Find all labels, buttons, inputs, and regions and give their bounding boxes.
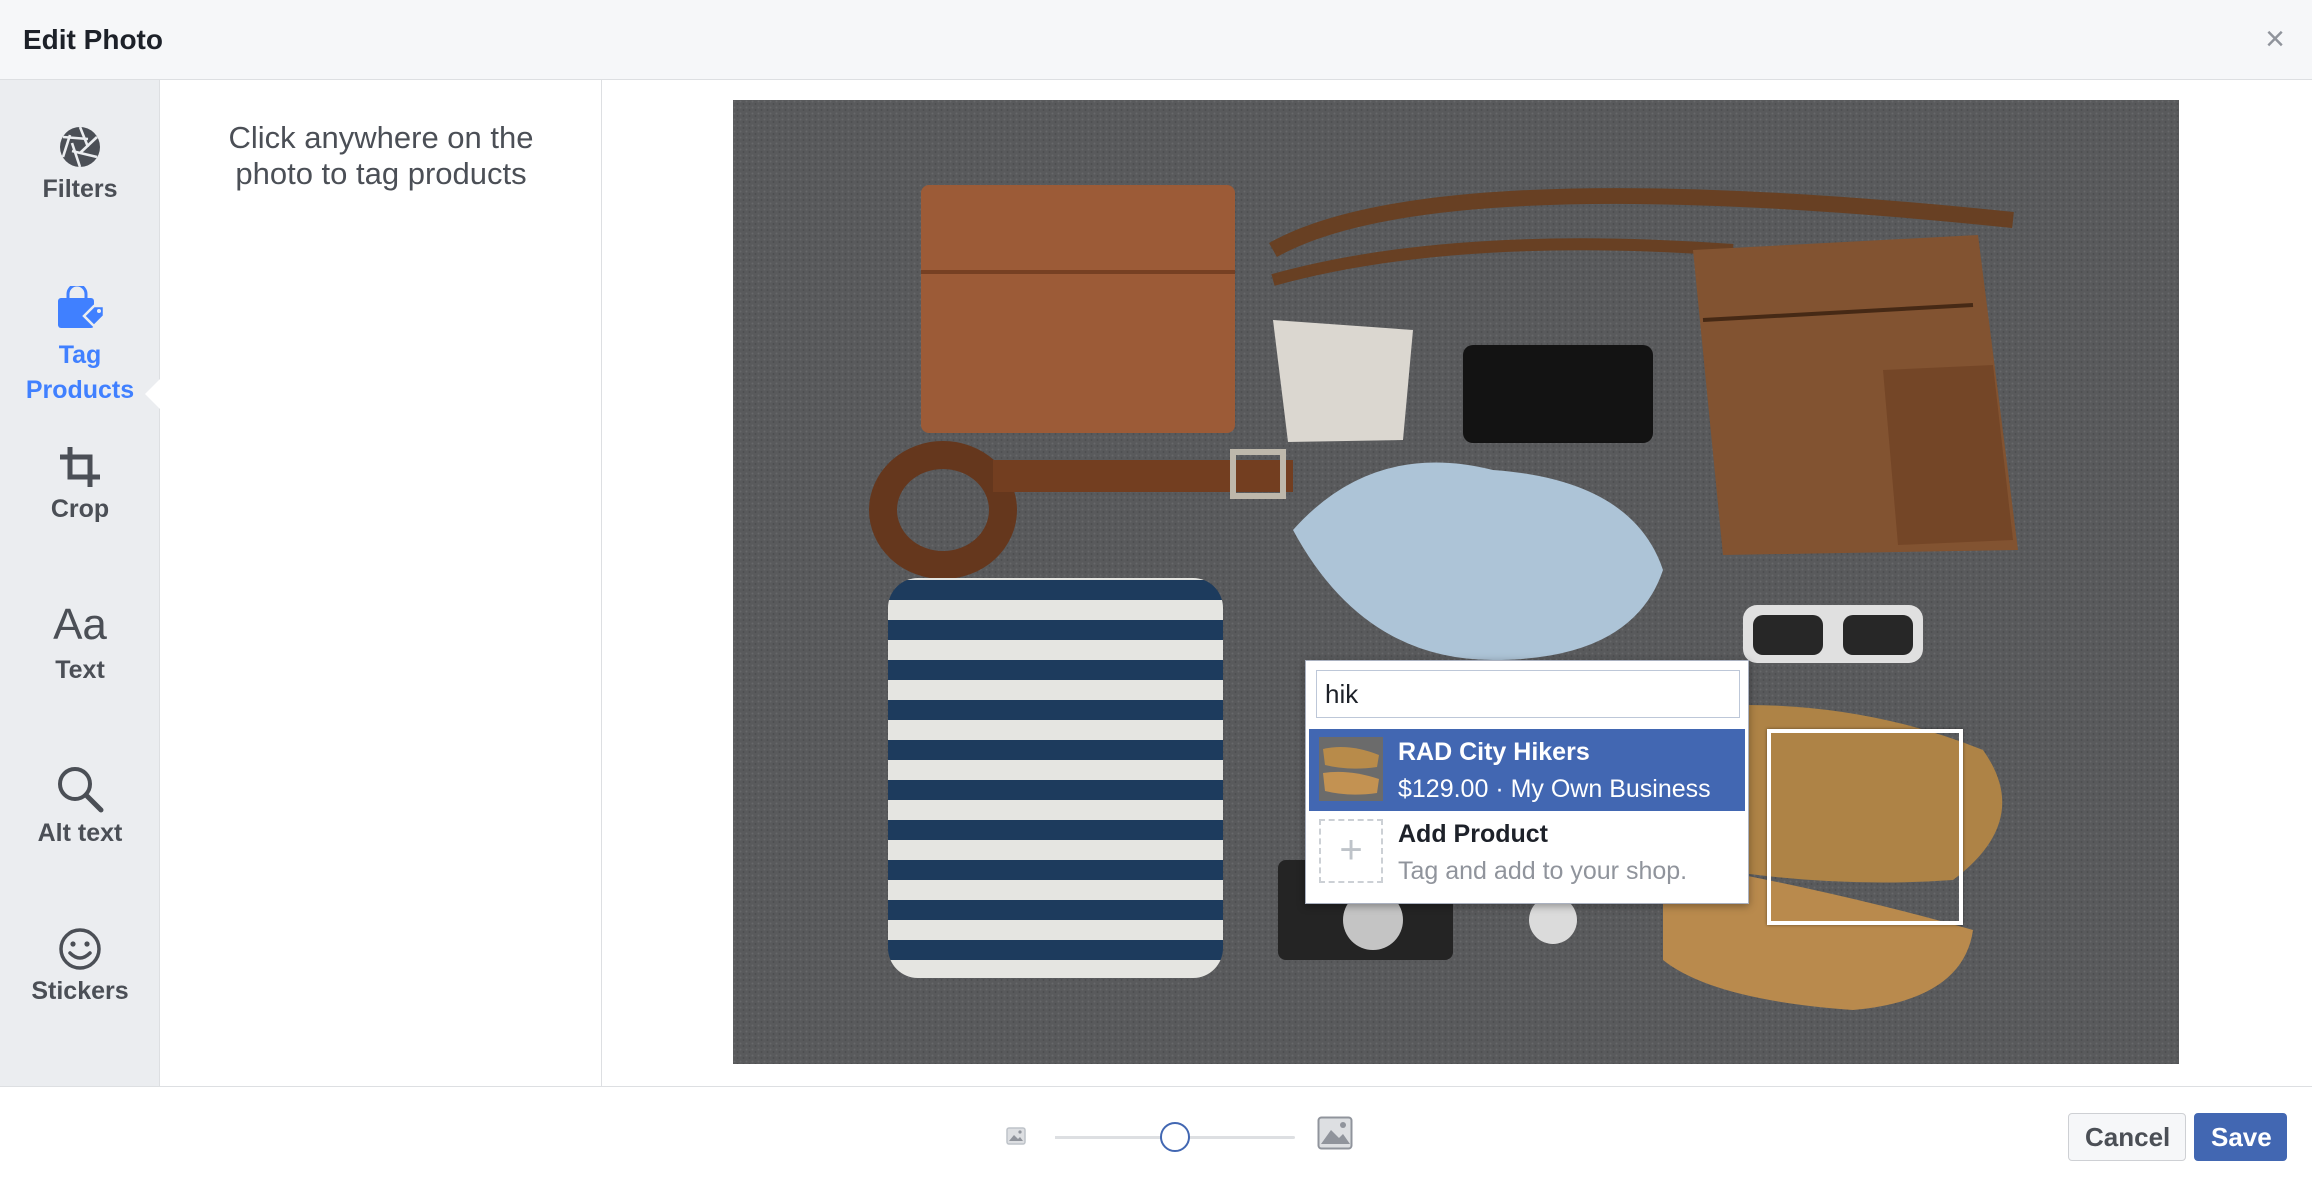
dialog-footer: Cancel Save xyxy=(0,1086,2312,1182)
crop-icon xyxy=(60,447,100,487)
search-result-product[interactable]: RAD City Hikers $129.00 · My Own Busines… xyxy=(1309,729,1745,811)
dialog-header: Edit Photo × xyxy=(0,0,2312,80)
cancel-button[interactable]: Cancel xyxy=(2068,1113,2186,1161)
zoom-out-image-icon[interactable] xyxy=(1006,1127,1026,1145)
tool-label: Filters xyxy=(42,175,118,203)
tool-label: Text xyxy=(55,656,105,684)
add-product-option[interactable]: + Add Product Tag and add to your shop. xyxy=(1309,811,1745,893)
magnifier-icon xyxy=(58,767,104,813)
tool-tag-products[interactable]: Tag Products xyxy=(0,286,160,408)
active-tool-pointer xyxy=(145,378,161,410)
result-title: Add Product xyxy=(1398,820,1548,848)
product-thumbnail xyxy=(1319,737,1383,801)
tool-rail: Filters Tag Products Crop Aa Text Alt te… xyxy=(0,80,161,1086)
tool-stickers[interactable]: Stickers xyxy=(0,927,160,1009)
tool-label: Alt text xyxy=(37,819,123,847)
tag-instruction: Click anywhere on the photo to tag produ… xyxy=(228,120,534,191)
tool-panel: Click anywhere on the photo to tag produ… xyxy=(161,80,602,1086)
tool-alt-text[interactable]: Alt text xyxy=(0,765,160,851)
result-title: RAD City Hikers xyxy=(1398,738,1590,766)
text-aa-icon: Aa xyxy=(53,600,107,649)
product-tag-popup: RAD City Hikers $129.00 · My Own Busines… xyxy=(1305,660,1749,904)
tool-label: Crop xyxy=(50,495,110,523)
result-subtitle: $129.00 · My Own Business xyxy=(1398,775,1711,803)
tool-crop[interactable]: Crop xyxy=(0,445,160,527)
shopping-bag-tag-icon xyxy=(58,286,106,328)
save-button[interactable]: Save xyxy=(2194,1113,2287,1161)
plus-icon: + xyxy=(1319,819,1383,883)
aperture-icon xyxy=(60,126,100,168)
tool-label: Stickers xyxy=(31,977,129,1005)
result-subtitle: Tag and add to your shop. xyxy=(1398,857,1688,885)
tool-filters[interactable]: Filters xyxy=(0,125,160,207)
zoom-slider-thumb[interactable] xyxy=(1160,1122,1190,1152)
tool-text[interactable]: Aa Text xyxy=(0,600,160,688)
product-search-input[interactable] xyxy=(1316,670,1740,718)
smiley-icon xyxy=(59,928,101,970)
close-icon[interactable]: × xyxy=(2260,22,2290,56)
zoom-slider-fill xyxy=(1055,1136,1175,1139)
zoom-in-image-icon[interactable] xyxy=(1317,1116,1353,1150)
dialog-title: Edit Photo xyxy=(23,24,163,55)
product-tag-frame[interactable] xyxy=(1767,729,1963,925)
tool-label: Tag Products xyxy=(25,341,135,404)
